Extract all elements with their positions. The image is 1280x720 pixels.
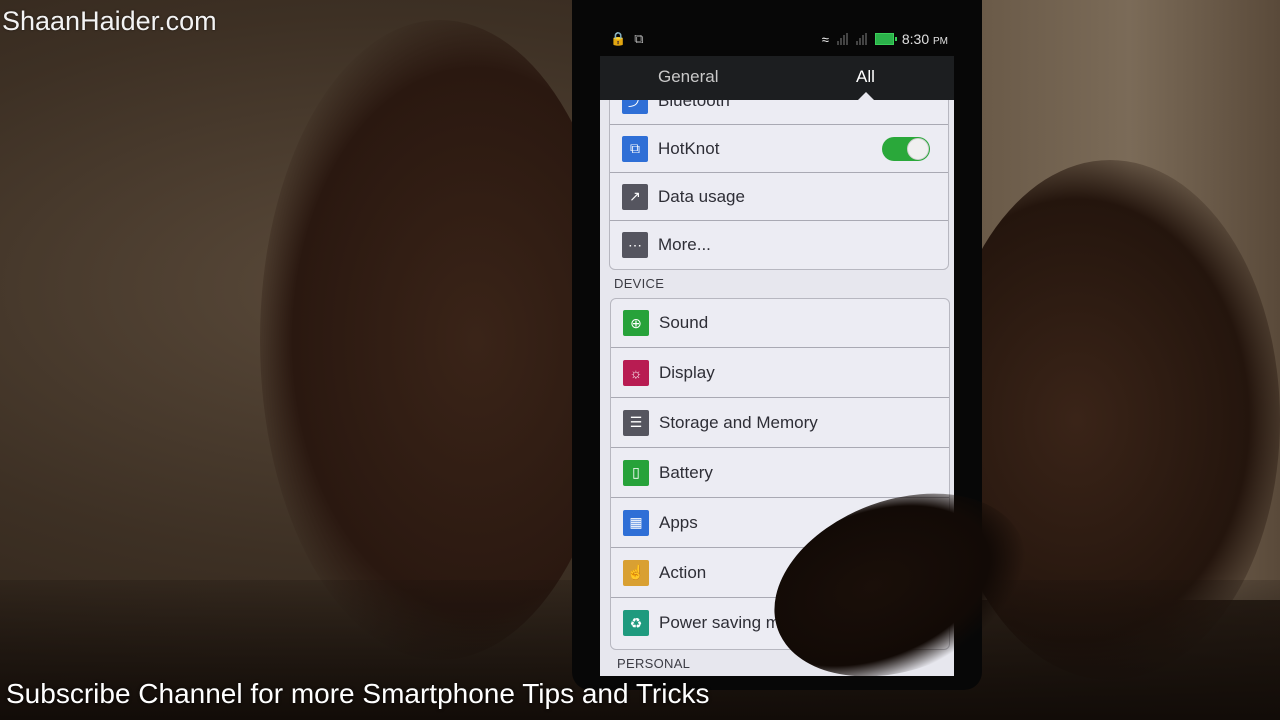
battery-icon: ▯ xyxy=(623,459,649,486)
settings-item-data-usage[interactable]: ↗ Data usage xyxy=(610,173,948,221)
apps-icon: ▦ xyxy=(623,509,649,536)
signal-icon-2 xyxy=(855,33,867,45)
left-hand xyxy=(260,20,620,660)
more-icon: ⋯ xyxy=(622,232,648,258)
wireless-card: ⤴ Bluetooth ⧉ HotKnot ↗ Data usage ⋯ Mor… xyxy=(609,76,949,270)
sound-icon: ⊕ xyxy=(623,310,649,336)
storage-icon: ☰ xyxy=(623,409,649,436)
signal-icon xyxy=(836,33,848,45)
data-usage-icon: ↗ xyxy=(622,183,648,210)
battery-status-icon xyxy=(874,33,897,45)
settings-item-label: Battery xyxy=(659,462,713,482)
video-caption: Subscribe Channel for more Smartphone Ti… xyxy=(6,678,710,709)
section-header-personal: PERSONAL xyxy=(617,656,691,671)
hotknot-status-icon: ⧉ xyxy=(634,31,644,46)
tab-all[interactable]: All xyxy=(856,67,875,87)
clock: 8:30 PM xyxy=(902,31,948,47)
settings-item-battery[interactable]: ▯ Battery xyxy=(611,448,949,498)
settings-item-more[interactable]: ⋯ More... xyxy=(610,221,948,269)
settings-item-label: Storage and Memory xyxy=(659,412,818,432)
hotknot-toggle[interactable] xyxy=(882,137,930,161)
clock-time: 8:30 xyxy=(901,31,930,47)
settings-item-hotknot[interactable]: ⧉ HotKnot xyxy=(610,125,948,173)
settings-item-storage[interactable]: ☰ Storage and Memory xyxy=(611,398,949,448)
active-tab-indicator xyxy=(858,92,874,100)
lock-icon: 🔒 xyxy=(610,31,627,46)
settings-item-sound[interactable]: ⊕ Sound xyxy=(611,299,949,348)
tab-bar: General All xyxy=(600,56,954,100)
toggle-knob xyxy=(907,138,929,160)
settings-item-label: More... xyxy=(658,235,711,254)
settings-item-label: Data usage xyxy=(658,186,745,206)
action-icon: ☝ xyxy=(623,559,649,586)
wifi-icon: ≈ xyxy=(821,31,829,47)
settings-item-display[interactable]: ☼ Display xyxy=(611,348,949,398)
settings-item-label: Action xyxy=(659,562,707,582)
settings-item-label: HotKnot xyxy=(658,138,720,158)
watermark: ShaanHaider.com xyxy=(2,6,217,36)
section-header-device: DEVICE xyxy=(614,276,665,291)
settings-item-label: Apps xyxy=(659,512,698,532)
hotknot-icon: ⧉ xyxy=(622,135,648,162)
display-icon: ☼ xyxy=(623,359,649,386)
settings-item-label: Sound xyxy=(659,313,709,332)
power-saving-icon: ♻ xyxy=(623,610,649,636)
tab-general[interactable]: General xyxy=(658,67,718,87)
clock-ampm: PM xyxy=(933,36,948,47)
status-bar: 🔒 ⧉ ≈ 8:30 PM xyxy=(600,28,954,56)
settings-item-label: Display xyxy=(659,362,715,382)
